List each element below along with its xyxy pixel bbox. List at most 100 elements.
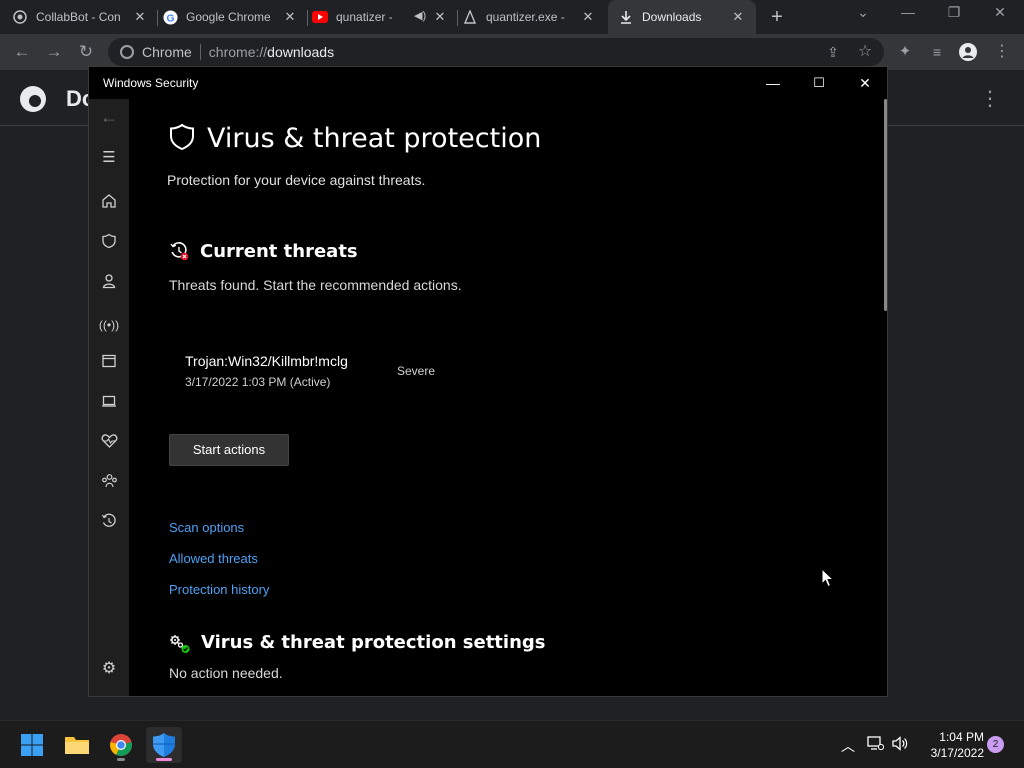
chrome-menu-icon[interactable]: ⋮: [992, 42, 1012, 62]
extensions-puzzle-icon[interactable]: ✦: [895, 42, 915, 62]
minimize-icon[interactable]: —: [750, 71, 796, 95]
new-tab-button[interactable]: +: [766, 6, 788, 28]
restore-icon[interactable]: ❐: [940, 4, 968, 21]
windows-logo-icon: [21, 734, 43, 756]
maximize-icon[interactable]: ☐: [796, 71, 842, 95]
settings-gear-icon[interactable]: ⚙: [97, 657, 121, 681]
family-options-icon[interactable]: [97, 473, 121, 497]
file-icon: [462, 9, 478, 25]
collabbot-icon: [12, 9, 28, 25]
allowed-threats-link[interactable]: Allowed threats: [169, 551, 258, 566]
tab-separator: [307, 10, 308, 26]
threat-name: Trojan:Win32/Killmbr!mclg: [185, 353, 348, 369]
current-threats-history-icon: [170, 242, 189, 261]
windows-security-taskbar-button[interactable]: [146, 727, 182, 763]
show-hidden-icons-chevron-icon[interactable]: ︿: [841, 736, 855, 756]
media-control-icon[interactable]: ≡: [927, 42, 947, 62]
device-security-laptop-icon[interactable]: [97, 393, 121, 417]
tab-close-icon[interactable]: ✕: [432, 9, 448, 25]
tab-separator: [457, 10, 458, 26]
security-nav-rail: ← ☰ ((•)) ⚙: [89, 99, 129, 696]
shield-icon: [170, 123, 194, 151]
hamburger-menu-icon[interactable]: ☰: [97, 146, 121, 170]
volume-icon[interactable]: [892, 736, 910, 754]
security-main-content: Virus & threat protection Protection for…: [129, 99, 887, 696]
taskbar-clock[interactable]: 1:04 PM 3/17/2022: [916, 729, 984, 761]
tab-close-icon[interactable]: ✕: [580, 9, 596, 25]
tab-search-icon[interactable]: ⌄: [849, 4, 877, 21]
window-title: Windows Security: [103, 76, 199, 90]
windows-taskbar: ︿ 1:04 PM 3/17/2022: [0, 720, 1024, 768]
scrollbar-thumb[interactable]: [884, 99, 887, 311]
speaker-icon[interactable]: ◀): [414, 9, 426, 22]
tab-google-chrome[interactable]: G Google Chrome ✕: [162, 0, 308, 34]
chrome-taskbar-button[interactable]: [103, 727, 139, 763]
tab-separator: [157, 10, 158, 26]
chrome-site-icon: [120, 45, 134, 59]
running-indicator: [156, 758, 172, 761]
running-indicator: [117, 758, 125, 761]
threat-severity: Severe: [397, 364, 436, 378]
address-divider: [199, 44, 201, 60]
tab-title: Google Chrome: [186, 10, 270, 24]
network-icon[interactable]: [867, 736, 885, 754]
reload-icon[interactable]: ↻: [76, 42, 96, 62]
youtube-icon: [312, 9, 328, 25]
back-arrow-icon[interactable]: ←: [12, 42, 32, 62]
notification-count-badge[interactable]: 2: [987, 736, 1004, 753]
tab-quantizer[interactable]: quantizer.exe - ✕: [462, 0, 606, 34]
google-icon: G: [162, 9, 178, 25]
shield-icon[interactable]: [97, 233, 121, 257]
windows-security-window: Windows Security — ☐ ✕ ← ☰ ((•)) ⚙ Virus…: [88, 66, 888, 697]
browser-tab-strip: CollabBot - Con ✕ G Google Chrome ✕ quna…: [0, 0, 1024, 34]
url-scheme: chrome://: [208, 44, 268, 60]
settings-status-note: No action needed.: [169, 665, 283, 681]
profile-avatar-icon[interactable]: [958, 42, 978, 62]
tab-close-icon[interactable]: ✕: [132, 9, 148, 25]
minimize-icon[interactable]: —: [894, 4, 922, 20]
tab-close-icon[interactable]: ✕: [730, 9, 746, 25]
site-label: Chrome: [142, 44, 192, 60]
url-host: downloads: [267, 44, 335, 60]
home-icon[interactable]: [97, 193, 121, 217]
start-button[interactable]: [14, 727, 50, 763]
tab-collabbot[interactable]: CollabBot - Con ✕: [12, 0, 158, 34]
mouse-cursor-icon: [821, 568, 835, 588]
settings-heading: Virus & threat protection settings: [201, 632, 546, 653]
protection-history-link[interactable]: Protection history: [169, 582, 269, 597]
download-icon: [618, 9, 634, 25]
windows-security-shield-icon: [153, 733, 175, 757]
downloads-menu-icon[interactable]: ⋮: [980, 86, 1000, 111]
tab-youtube[interactable]: qunatizer - ◀) ✕: [312, 0, 458, 34]
tab-title: quantizer.exe -: [486, 10, 565, 24]
file-explorer-button[interactable]: [59, 727, 95, 763]
app-browser-control-icon[interactable]: [97, 353, 121, 377]
tab-close-icon[interactable]: ✕: [282, 9, 298, 25]
window-titlebar: Windows Security — ☐ ✕: [89, 67, 887, 99]
folder-icon: [65, 737, 89, 754]
bookmark-star-icon[interactable]: ☆: [855, 42, 875, 62]
page-subtitle: Protection for your device against threa…: [167, 172, 426, 188]
forward-arrow-icon[interactable]: →: [44, 42, 64, 62]
account-person-icon[interactable]: [97, 273, 121, 297]
firewall-network-icon[interactable]: ((•)): [97, 313, 121, 337]
address-bar[interactable]: Chrome chrome:// downloads: [108, 38, 884, 66]
threats-found-note: Threats found. Start the recommended act…: [169, 277, 462, 293]
current-threats-heading: Current threats: [200, 241, 358, 262]
chrome-icon: [110, 734, 132, 756]
device-health-heart-icon[interactable]: [97, 433, 121, 457]
svg-text:G: G: [166, 13, 174, 24]
settings-gears-icon: [170, 635, 190, 653]
scan-options-link[interactable]: Scan options: [169, 520, 244, 535]
clock-time: 1:04 PM: [939, 730, 984, 744]
back-arrow-icon[interactable]: ←: [97, 105, 121, 129]
protection-history-icon[interactable]: [97, 513, 121, 537]
tab-downloads[interactable]: Downloads ✕: [608, 0, 756, 34]
close-icon[interactable]: ✕: [986, 4, 1014, 21]
clock-date: 3/17/2022: [930, 746, 984, 760]
close-icon[interactable]: ✕: [842, 71, 887, 95]
tab-title: Downloads: [642, 10, 702, 24]
tab-title: CollabBot - Con: [36, 10, 120, 24]
share-icon[interactable]: ⇪: [823, 42, 843, 62]
start-actions-button[interactable]: Start actions: [169, 434, 289, 466]
